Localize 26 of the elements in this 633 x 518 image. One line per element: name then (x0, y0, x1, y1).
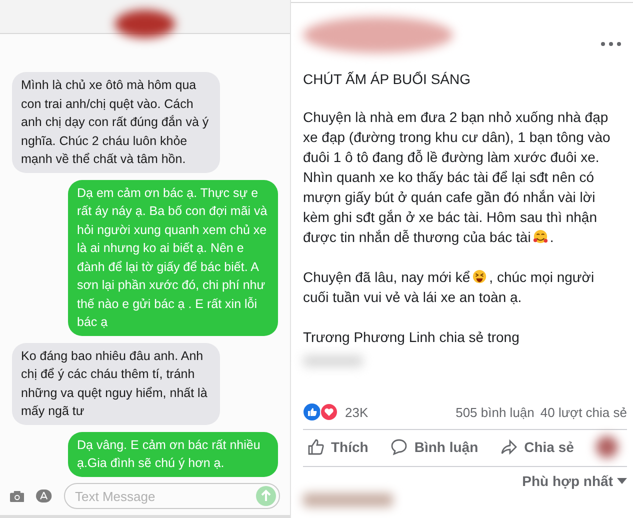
smiling-emoji-icon (532, 229, 548, 244)
thumbs-up-icon (307, 438, 325, 456)
post-text: Chuyện là nhà em đưa 2 bạn nhỏ xuống nhà đạp xe đạp (đường trong khu cư dân), 1 bạn tông vào đuôi 1 ô tô đang đỗ lề đường làm xước đuôi xe. Nhìn quanh xe ko thấy bác tài để lại sđt nên có mượn giấy bút ở quán cafe gần đó nhắn vài lời kèm ghi sđt gắn ở xe bác tài. Hôm sau thì nhận được tin nhắn dễ thương của bác tài . (303, 108, 612, 247)
more-options-icon[interactable] (601, 42, 621, 46)
laughing-emoji-icon (472, 269, 488, 284)
sort-dropdown[interactable]: Phù hợp nhất (522, 473, 627, 489)
speech-bubble-icon (390, 438, 408, 456)
share-button[interactable]: Chia sẻ (500, 438, 574, 456)
received-message: Mình là chủ xe ôtô mà hôm qua con trai anh/chị quệt vào. Cách anh chị dạy con rất đúng đắn và ý nghĩa. Chúc 2 cháu luôn khỏe mạnh về thể chất và tâm hồn. (12, 72, 220, 172)
comment-button[interactable]: Bình luận (390, 438, 478, 456)
redacted-blur (115, 10, 175, 38)
comment-count[interactable]: 505 bình luận (456, 404, 534, 420)
sent-message: Dạ vâng. E cảm ơn bác rất nhiều ạ.Gia đình sẽ chú ý hơn ạ. (68, 432, 278, 476)
share-arrow-icon (500, 438, 518, 456)
post-title: CHÚT ẤM ÁP BUỔI SÁNG (303, 71, 472, 87)
caret-icon (617, 478, 627, 484)
post-text: Chuyện đã lâu, nay mới kể , chúc mọi người cuối tuần vui vẻ và lái xe an toàn ạ. (303, 268, 596, 307)
received-message: Ko đáng bao nhiêu đâu anh. Anh chị để ý các cháu thêm tí, tránh những va quệt nguy hiểm, nhất là mấy ngã tư (12, 342, 220, 424)
share-count[interactable]: 40 lượt chia sẻ (540, 404, 627, 420)
reaction-icons (303, 403, 339, 421)
reaction-count[interactable]: 23K (345, 404, 450, 420)
sent-message: Dạ em cảm ơn bác ạ. Thực sự e rất áy náy ạ. Ba bố con đợi mãi và hỏi người xung quanh xem chủ xe là ai nhưng ko ai biết ạ. Nên e đành để lại tờ giấy để bác biết. A sơn lại phần xước đó, chi phí như thế nào e gửi bác ạ . E rất xin lỗi bác ạ (68, 180, 278, 336)
shared-in-text: Trương Phương Linh chia sẻ trong (303, 329, 520, 345)
message-input-field[interactable]: Text Message (64, 483, 280, 509)
redacted-blur (596, 436, 618, 458)
like-button[interactable]: Thích (307, 438, 368, 456)
